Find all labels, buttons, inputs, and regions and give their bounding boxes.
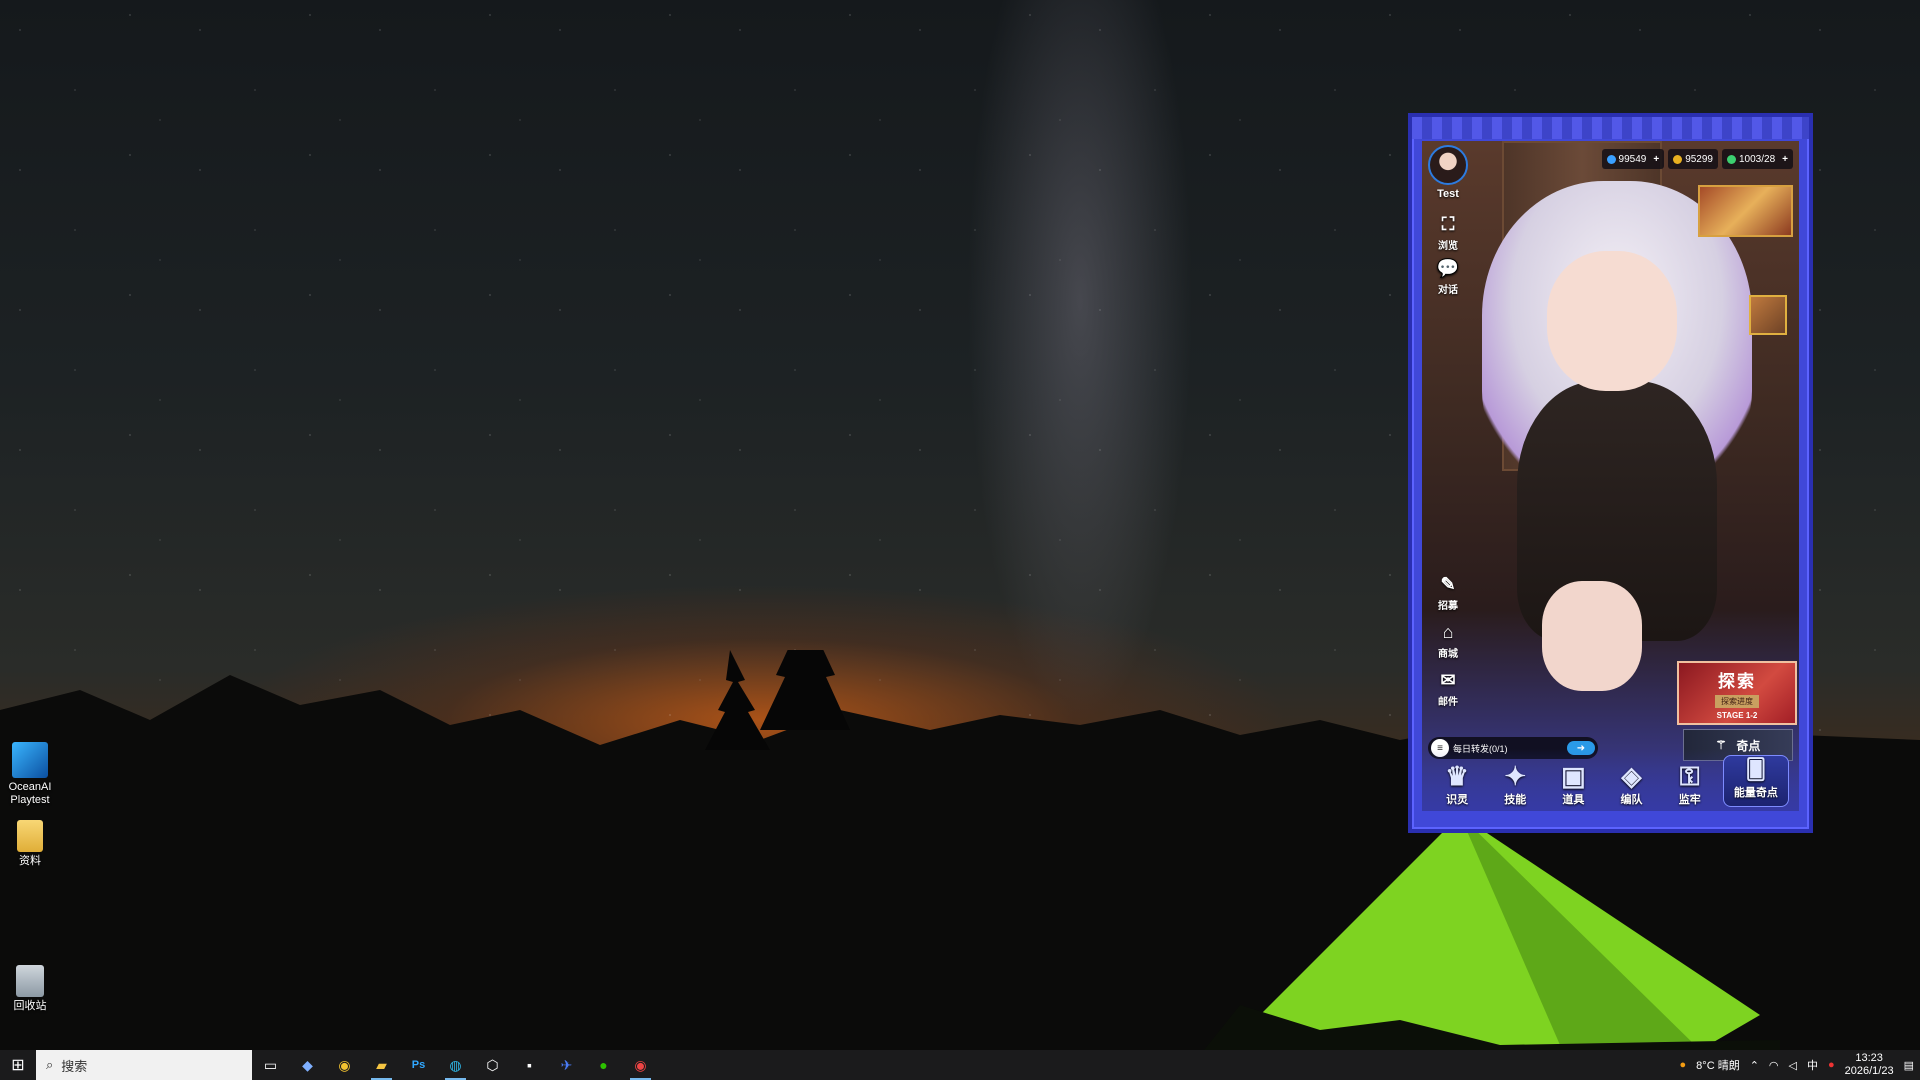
- chevron-up-icon[interactable]: ⌃: [1750, 1059, 1759, 1072]
- oceanai-app-icon: [12, 742, 48, 778]
- nav-items[interactable]: ▣ 道具: [1548, 761, 1598, 807]
- desktop-icon-label: 资料: [19, 855, 41, 867]
- explore-stage: STAGE 1-2: [1716, 710, 1758, 720]
- taskbar-search[interactable]: ⌕ 搜索: [36, 1050, 252, 1080]
- browse-label: 浏览: [1438, 241, 1458, 252]
- chrome-icon[interactable]: ◉: [326, 1050, 363, 1080]
- gems-value: 99549: [1618, 153, 1647, 165]
- nav-label: 能量奇点: [1733, 787, 1778, 799]
- desktop-icon-recycle-bin[interactable]: 回收站: [0, 965, 60, 1013]
- resource-gems[interactable]: 99549 +: [1601, 149, 1665, 169]
- resource-coins[interactable]: 95299: [1668, 149, 1718, 169]
- search-icon: ⌕: [46, 1057, 54, 1072]
- recruit-icon: ✎: [1440, 573, 1456, 594]
- weather-text[interactable]: 8°C 晴朗: [1696, 1057, 1740, 1073]
- window-frame: [1412, 117, 1809, 139]
- chrome-icon-2[interactable]: ◉: [622, 1050, 659, 1080]
- add-energy-button[interactable]: +: [1782, 154, 1788, 165]
- crown-icon: ♛: [1445, 761, 1469, 791]
- shop-label: 商城: [1438, 649, 1458, 660]
- system-tray: ● 8°C 晴朗 ⌃ ◠ ◁ 中 ● 13:23 2026/1/23 ▤: [1680, 1052, 1920, 1078]
- chat-icon: 💬: [1436, 257, 1460, 278]
- player-avatar[interactable]: [1428, 145, 1468, 185]
- windows-start-icon[interactable]: ⊞: [0, 1050, 36, 1080]
- player-name: Test: [1437, 188, 1459, 200]
- app-icon[interactable]: ◆: [289, 1050, 326, 1080]
- nav-spirits[interactable]: ♛ 识灵: [1432, 761, 1482, 807]
- explore-button[interactable]: 探索 探索进度 STAGE 1-2: [1677, 661, 1797, 725]
- antivirus-icon[interactable]: ●: [1828, 1059, 1835, 1071]
- coins-value: 95299: [1685, 153, 1713, 165]
- nav-label: 监牢: [1678, 794, 1701, 806]
- nav-formation[interactable]: ◈ 编队: [1607, 761, 1657, 807]
- recycle-bin-icon: [16, 965, 44, 997]
- nav-label: 道具: [1562, 794, 1585, 806]
- nav-label: 技能: [1504, 794, 1527, 806]
- photoshop-icon[interactable]: Ps: [400, 1050, 437, 1080]
- browse-button[interactable]: ⛶ 浏览: [1428, 211, 1468, 253]
- add-gems-button[interactable]: +: [1653, 154, 1659, 165]
- ime-indicator[interactable]: 中: [1807, 1057, 1818, 1073]
- character-leg: [1542, 581, 1642, 691]
- taskbar: ⊞ ⌕ 搜索 ▭ ◆ ◉ ▰ Ps ◍ ⬡ ▪ ✈ ● ◉ ● 8°C 晴朗 ⌃…: [0, 1050, 1920, 1080]
- desktop-icon-oceanai-playtest[interactable]: OceanAI Playtest: [0, 742, 60, 807]
- desktop-icon-label: OceanAI Playtest: [8, 781, 52, 806]
- resource-energy[interactable]: 1003/28 +: [1722, 149, 1793, 169]
- desktop-icon-label: 回收站: [13, 1000, 47, 1012]
- notification-icon[interactable]: ▤: [1904, 1059, 1914, 1072]
- character-face: [1547, 251, 1677, 391]
- wallpaper-tent: [1200, 815, 1780, 1055]
- explore-progress-label: 探索进度: [1715, 694, 1759, 708]
- file-explorer-icon[interactable]: ▰: [363, 1050, 400, 1080]
- nav-skills[interactable]: ✦ 技能: [1490, 761, 1540, 807]
- shop-button[interactable]: ⌂ 商城: [1428, 619, 1468, 661]
- search-placeholder: 搜索: [61, 1058, 88, 1074]
- edge-icon[interactable]: ◍: [437, 1050, 474, 1080]
- folder-icon: [17, 820, 43, 852]
- bottom-nav: ♛ 识灵 ✦ 技能 ▣ 道具 ◈ 编队 ⚿ 监牢 🂠 能量奇点: [1422, 749, 1799, 811]
- recruit-button[interactable]: ✎ 招募: [1428, 571, 1468, 613]
- lock-icon: ⚿: [1679, 761, 1700, 791]
- game-scene: Test 99549 + 95299 1003/28 + ⛶ 浏览 �: [1422, 141, 1799, 811]
- feishu-icon[interactable]: ✈: [548, 1050, 585, 1080]
- wechat-icon[interactable]: ●: [585, 1050, 622, 1080]
- mail-button[interactable]: ✉ 邮件: [1428, 667, 1468, 709]
- clock-time: 13:23: [1855, 1052, 1883, 1064]
- star-icon: ✦: [1504, 761, 1527, 791]
- energy-value: 1003/28: [1739, 153, 1776, 165]
- network-icon[interactable]: ◠: [1769, 1059, 1779, 1072]
- mail-label: 邮件: [1438, 697, 1458, 708]
- character-event-icon[interactable]: [1749, 295, 1787, 335]
- explore-title: 探索: [1718, 671, 1756, 691]
- terminal-icon[interactable]: ▪: [511, 1050, 548, 1080]
- chat-button[interactable]: 💬 对话: [1428, 255, 1468, 297]
- formation-icon: ◈: [1621, 761, 1642, 791]
- energy-icon: [1727, 154, 1736, 164]
- frame-icon: ⛶: [1441, 213, 1455, 234]
- nav-label: 编队: [1620, 794, 1643, 806]
- clock-date: 2026/1/23: [1844, 1065, 1894, 1077]
- chat-label: 对话: [1438, 285, 1458, 296]
- nav-energy-singularity[interactable]: 🂠 能量奇点: [1722, 755, 1789, 807]
- chest-icon: ▣: [1561, 761, 1586, 791]
- gem-icon: [1606, 154, 1616, 164]
- weather-icon[interactable]: ●: [1680, 1059, 1687, 1071]
- nav-prison[interactable]: ⚿ 监牢: [1665, 761, 1715, 807]
- resource-bar: 99549 + 95299 1003/28 +: [1601, 149, 1793, 169]
- volume-icon[interactable]: ◁: [1789, 1059, 1797, 1072]
- nav-label: 识灵: [1446, 794, 1469, 806]
- shop-icon: ⌂: [1442, 621, 1454, 642]
- mail-icon: ✉: [1440, 669, 1456, 690]
- coin-icon: [1673, 154, 1683, 164]
- task-view-icon[interactable]: ▭: [252, 1050, 289, 1080]
- game-window[interactable]: Test 99549 + 95299 1003/28 + ⛶ 浏览 �: [1408, 113, 1813, 833]
- recruit-label: 招募: [1438, 601, 1458, 612]
- desktop-icon-folder[interactable]: 资料: [0, 820, 60, 868]
- event-banner[interactable]: [1698, 185, 1793, 237]
- unity-icon[interactable]: ⬡: [474, 1050, 511, 1080]
- clock[interactable]: 13:23 2026/1/23: [1845, 1052, 1894, 1078]
- cards-icon: 🂠: [1745, 759, 1767, 781]
